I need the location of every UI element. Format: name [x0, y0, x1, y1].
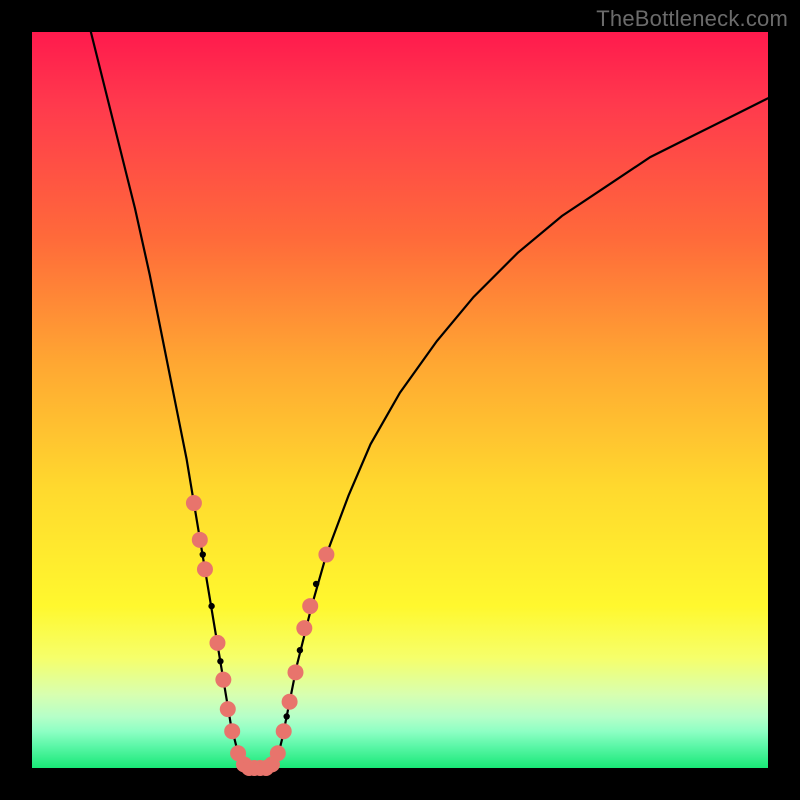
chart-frame: [32, 32, 768, 768]
bottleneck-curve: [91, 32, 768, 768]
data-point-minor: [283, 713, 289, 719]
data-point: [186, 495, 202, 511]
data-point: [220, 701, 236, 717]
data-point: [287, 664, 303, 680]
data-point: [215, 672, 231, 688]
data-point: [192, 532, 208, 548]
data-point: [209, 635, 225, 651]
data-point: [276, 723, 292, 739]
data-point-minor: [297, 647, 303, 653]
data-point-minor: [208, 603, 214, 609]
chart-svg: [32, 32, 768, 768]
data-point: [197, 561, 213, 577]
data-point: [224, 723, 240, 739]
data-point: [296, 620, 312, 636]
data-point: [302, 598, 318, 614]
data-point-minor: [200, 551, 206, 557]
data-point: [318, 547, 334, 563]
data-point: [282, 694, 298, 710]
data-point-minor: [217, 658, 223, 664]
data-point-minor: [313, 581, 319, 587]
watermark-text: TheBottleneck.com: [596, 6, 788, 32]
data-point: [270, 745, 286, 761]
